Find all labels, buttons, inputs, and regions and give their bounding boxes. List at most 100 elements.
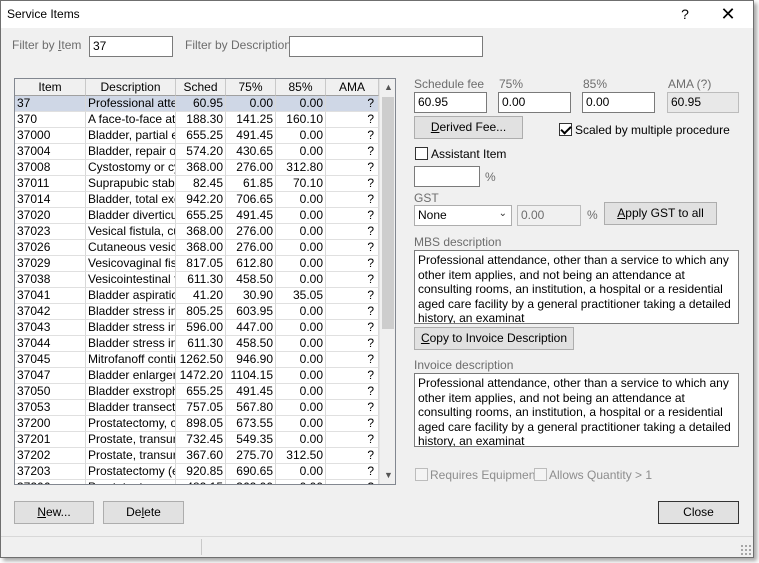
close-button[interactable]: Close bbox=[658, 501, 739, 524]
assistant-percent-input[interactable] bbox=[414, 166, 480, 187]
cell-description: Suprapubic stab cy bbox=[86, 176, 176, 192]
table-row[interactable]: 37045 Mitrofanoff contin 1262.50 946.90 0.00… bbox=[15, 352, 379, 368]
table-row[interactable]: 37053 Bladder transectio 757.05 567.80 0.00? bbox=[15, 400, 379, 416]
table-row[interactable]: 37026Cutaneous vesicos368.00276.000.00? bbox=[15, 240, 379, 256]
table-row[interactable]: 37 Professional atten 60.95 0.00 0.00? bbox=[15, 96, 379, 112]
assistant-item-checkbox[interactable] bbox=[415, 147, 428, 160]
gst-rate-input: 0.00 bbox=[517, 205, 581, 226]
copy-to-invoice-button[interactable]: Copy to Invoice Description bbox=[414, 327, 574, 350]
table-row[interactable]: 37206Prostate, transure482.15362.000.00? bbox=[15, 480, 379, 484]
table-row[interactable]: 37004 Bladder, repair of 574.20 430.65 0.00? bbox=[15, 144, 379, 160]
table-row[interactable]: 37029Vesicovaginal fistu817.05612.800.00… bbox=[15, 256, 379, 272]
cell-ama: ? bbox=[326, 416, 379, 432]
table-row[interactable]: 37020Bladder diverticulu655.25491.450.00… bbox=[15, 208, 379, 224]
scroll-down-icon[interactable]: ▼ bbox=[380, 467, 395, 484]
cell-75: 30.90 bbox=[226, 288, 276, 304]
table-row[interactable]: 37044Bladder stress inco611.30458.500.00… bbox=[15, 336, 379, 352]
cell-ama: ? bbox=[326, 272, 379, 288]
cell-description: Bladder diverticulu bbox=[86, 208, 176, 224]
status-bar bbox=[1, 536, 753, 557]
column-header-sched[interactable]: Sched bbox=[176, 79, 226, 96]
cell-description: Prostatectomy (en bbox=[86, 464, 176, 480]
column-header-75[interactable]: 75% bbox=[226, 79, 276, 96]
cell-description: Bladder, partial ex bbox=[86, 128, 176, 144]
cell-sched: 805.25 bbox=[176, 304, 226, 320]
table-row[interactable]: 37023Vesical fistula, cuta368.00276.000.… bbox=[15, 224, 379, 240]
cell-description: Bladder, repair of bbox=[86, 144, 176, 160]
table-row[interactable]: 37047Bladder enlargeme1472.201104.150.00… bbox=[15, 368, 379, 384]
table-row[interactable]: 37038Vesicointestinal fis611.30458.500.0… bbox=[15, 272, 379, 288]
column-header-item[interactable]: Item bbox=[15, 79, 86, 96]
allows-quantity-checkbox bbox=[534, 468, 547, 481]
cell-sched: 574.20 bbox=[176, 144, 226, 160]
scroll-up-icon[interactable]: ▲ bbox=[380, 79, 395, 96]
fee-75-input[interactable]: 0.00 bbox=[498, 92, 571, 113]
cell-75: 612.80 bbox=[226, 256, 276, 272]
table-row[interactable]: 37000 Bladder, partial ex 655.25 491.45 0.00… bbox=[15, 128, 379, 144]
invoice-description-textarea[interactable]: Professional attendance, other than a se… bbox=[414, 373, 739, 447]
table-row[interactable]: 37202 Prostate, transure 367.60 275.70 312.5… bbox=[15, 448, 379, 464]
cell-item: 37 bbox=[15, 96, 86, 112]
cell-75: 447.00 bbox=[226, 320, 276, 336]
cell-75: 0.00 bbox=[226, 96, 276, 112]
cell-ama: ? bbox=[326, 336, 379, 352]
resize-grip-icon[interactable] bbox=[740, 544, 751, 555]
table-row[interactable]: 37200 Prostatectomy, op 898.05 673.55 0.00? bbox=[15, 416, 379, 432]
derived-fee-button[interactable]: Derived Fee... bbox=[414, 116, 523, 139]
table-row[interactable]: 370 A face-to-face att 188.30 141.25 160.10? bbox=[15, 112, 379, 128]
cell-ama: ? bbox=[326, 480, 379, 484]
mbs-description-textarea[interactable]: Professional attendance, other than a se… bbox=[414, 250, 739, 324]
column-header-description[interactable]: Description bbox=[86, 79, 176, 96]
cell-85: 0.00 bbox=[276, 480, 326, 484]
cell-75: 275.70 bbox=[226, 448, 276, 464]
scroll-thumb[interactable] bbox=[382, 97, 394, 329]
gst-select[interactable]: None ⌄ bbox=[414, 205, 512, 226]
column-header-ama[interactable]: AMA bbox=[326, 79, 379, 96]
cell-sched: 1472.20 bbox=[176, 368, 226, 384]
help-icon[interactable]: ? bbox=[673, 4, 697, 24]
table-scrollbar[interactable]: ▲ ▼ bbox=[379, 79, 395, 484]
allows-quantity-label: Allows Quantity > 1 bbox=[549, 468, 653, 482]
gst-percent-symbol: % bbox=[587, 208, 598, 222]
new-button[interactable]: New... bbox=[14, 501, 94, 524]
table-row[interactable]: 37203 Prostatectomy (en 920.85 690.65 0.00? bbox=[15, 464, 379, 480]
cell-sched: 920.85 bbox=[176, 464, 226, 480]
service-items-table[interactable]: Item Description Sched 75% 85% AMA 37 Pro… bbox=[14, 78, 396, 485]
cell-75: 673.55 bbox=[226, 416, 276, 432]
cell-item: 37042 bbox=[15, 304, 86, 320]
table-row[interactable]: 37043Bladder stress inco596.00447.000.00… bbox=[15, 320, 379, 336]
close-icon[interactable]: ✕ bbox=[713, 4, 743, 24]
cell-item: 37004 bbox=[15, 144, 86, 160]
cell-ama: ? bbox=[326, 288, 379, 304]
table-row[interactable]: 37050 Bladder exstrophy 655.25 491.45 0.00? bbox=[15, 384, 379, 400]
cell-75: 603.95 bbox=[226, 304, 276, 320]
schedule-fee-input[interactable]: 60.95 bbox=[414, 92, 487, 113]
cell-85: 0.00 bbox=[276, 400, 326, 416]
table-row[interactable]: 37008Cystostomy or cys368.00276.00312.80… bbox=[15, 160, 379, 176]
cell-item: 37201 bbox=[15, 432, 86, 448]
table-row[interactable]: 37011Suprapubic stab cy82.4561.8570.10? bbox=[15, 176, 379, 192]
cell-description: Prostate, transure bbox=[86, 448, 176, 464]
gst-label: GST bbox=[414, 191, 439, 205]
cell-item: 37200 bbox=[15, 416, 86, 432]
column-header-85[interactable]: 85% bbox=[276, 79, 326, 96]
cell-85: 0.00 bbox=[276, 224, 326, 240]
cell-description: Vesicointestinal fis bbox=[86, 272, 176, 288]
table-row[interactable]: 37014 Bladder, total exci 942.20 706.65 0.00… bbox=[15, 192, 379, 208]
cell-85: 0.00 bbox=[276, 336, 326, 352]
delete-button[interactable]: Delete bbox=[103, 501, 184, 524]
table-row[interactable]: 37041Bladder aspiration,41.2030.9035.05? bbox=[15, 288, 379, 304]
cell-85: 160.10 bbox=[276, 112, 326, 128]
filter-description-input[interactable] bbox=[289, 36, 483, 57]
apply-gst-button[interactable]: Apply GST to all bbox=[604, 202, 717, 225]
invoice-description-label: Invoice description bbox=[414, 358, 514, 372]
fee-85-input[interactable]: 0.00 bbox=[582, 92, 655, 113]
table-row[interactable]: 37042Bladder stress inco805.25603.950.00… bbox=[15, 304, 379, 320]
filter-item-input[interactable]: 37 bbox=[89, 36, 173, 57]
cell-85: 70.10 bbox=[276, 176, 326, 192]
table-row[interactable]: 37201 Prostate, transure 732.45 549.35 0.00? bbox=[15, 432, 379, 448]
scaled-checkbox[interactable] bbox=[559, 123, 572, 136]
cell-item: 37020 bbox=[15, 208, 86, 224]
cell-ama: ? bbox=[326, 224, 379, 240]
cell-75: 491.45 bbox=[226, 384, 276, 400]
